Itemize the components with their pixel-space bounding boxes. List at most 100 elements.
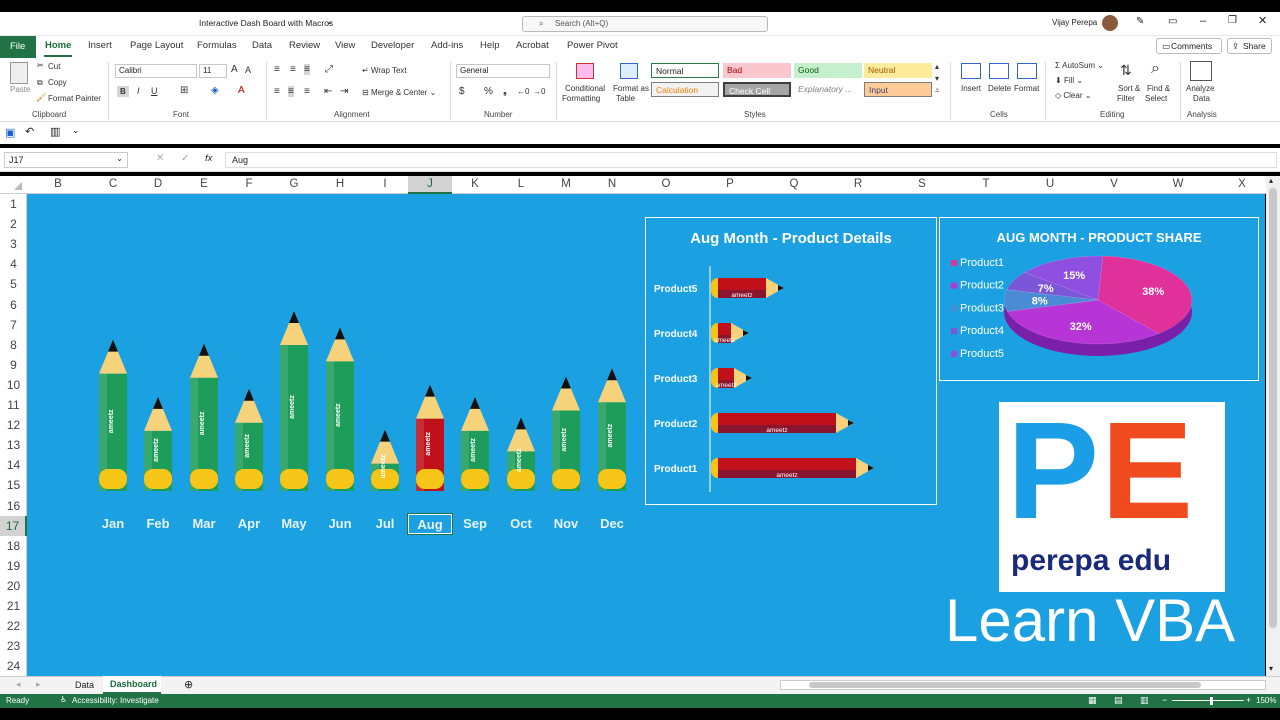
borders-icon[interactable]: ⊞ bbox=[180, 85, 188, 96]
row-header-14[interactable]: 14 bbox=[0, 458, 27, 472]
sort-filter-button[interactable]: Filter bbox=[1117, 94, 1135, 103]
merge-center-button[interactable]: ⊟ Merge & Center ⌄ bbox=[362, 88, 436, 97]
ribbon-display-icon[interactable]: ▭ bbox=[1168, 16, 1177, 27]
style-neutral[interactable]: Neutral bbox=[864, 63, 932, 78]
insert-cells-button[interactable]: Insert bbox=[961, 84, 981, 93]
month-label-oct[interactable]: Oct bbox=[499, 516, 543, 531]
row-header-4[interactable]: 4 bbox=[0, 257, 27, 271]
tab-help[interactable]: Help bbox=[480, 40, 500, 51]
column-header-w[interactable]: W bbox=[1163, 178, 1193, 190]
row-header-21[interactable]: 21 bbox=[0, 599, 27, 613]
close-icon[interactable]: ✕ bbox=[1258, 14, 1267, 27]
tab-review[interactable]: Review bbox=[289, 40, 320, 51]
column-header-r[interactable]: R bbox=[843, 178, 873, 190]
align-middle-icon[interactable]: ≡ bbox=[290, 64, 296, 75]
number-format-select[interactable]: General bbox=[456, 64, 550, 78]
save-icon[interactable]: ▣ bbox=[5, 126, 15, 139]
horizontal-scrollbar[interactable] bbox=[780, 680, 1266, 690]
tab-acrobat[interactable]: Acrobat bbox=[516, 40, 549, 51]
style-input[interactable]: Input bbox=[864, 82, 932, 97]
column-header-t[interactable]: T bbox=[971, 178, 1001, 190]
copy-button[interactable]: Copy bbox=[48, 78, 67, 87]
product-share-pie[interactable]: Product1 Product2 Product3 Product4 Product5… bbox=[940, 218, 1258, 380]
zoom-slider[interactable] bbox=[1172, 700, 1244, 701]
zoom-slider-thumb[interactable] bbox=[1210, 697, 1213, 705]
zoom-level[interactable]: 150% bbox=[1256, 696, 1276, 705]
name-box[interactable]: J17 ⌄ bbox=[4, 152, 128, 168]
page-break-view-icon[interactable]: ▥ bbox=[1140, 695, 1149, 706]
prev-sheet-icon[interactable]: ◂ bbox=[16, 679, 21, 690]
styles-scroll-up-icon[interactable]: ▴ bbox=[935, 62, 939, 71]
month-label-may[interactable]: May bbox=[272, 516, 316, 531]
column-header-j[interactable]: J bbox=[408, 176, 452, 194]
align-left-icon[interactable]: ≡ bbox=[274, 86, 280, 97]
format-painter-button[interactable]: Format Painter bbox=[48, 94, 101, 103]
month-label-jul[interactable]: Jul bbox=[363, 516, 407, 531]
zoom-out-icon[interactable]: − bbox=[1162, 695, 1167, 705]
tab-developer[interactable]: Developer bbox=[371, 40, 414, 51]
paste-button[interactable]: Paste bbox=[10, 85, 30, 94]
font-size-select[interactable]: 11 bbox=[199, 64, 227, 78]
row-header-6[interactable]: 6 bbox=[0, 298, 27, 312]
chart-icon[interactable]: ▥ bbox=[50, 125, 60, 138]
column-header-n[interactable]: N bbox=[597, 178, 627, 190]
month-label-nov[interactable]: Nov bbox=[544, 516, 588, 531]
styles-scroll-down-icon[interactable]: ▾ bbox=[935, 74, 939, 83]
column-header-b[interactable]: B bbox=[43, 178, 73, 190]
increase-decimal-icon[interactable]: ←0 bbox=[517, 87, 529, 96]
tab-power-pivot[interactable]: Power Pivot bbox=[567, 40, 618, 51]
tab-data[interactable]: Data bbox=[252, 40, 272, 51]
row-header-3[interactable]: 3 bbox=[0, 237, 27, 251]
currency-icon[interactable]: $ bbox=[459, 86, 465, 97]
month-label-jan[interactable]: Jan bbox=[91, 516, 135, 531]
comments-button[interactable]: ▭ Comments bbox=[1156, 38, 1222, 54]
normal-view-icon[interactable]: ▦ bbox=[1088, 695, 1097, 706]
row-header-15[interactable]: 15 bbox=[0, 478, 27, 492]
tab-home[interactable]: Home bbox=[45, 40, 71, 51]
column-header-k[interactable]: K bbox=[460, 178, 490, 190]
column-header-o[interactable]: O bbox=[651, 178, 681, 190]
column-header-p[interactable]: P bbox=[715, 178, 745, 190]
month-label-apr[interactable]: Apr bbox=[227, 516, 271, 531]
column-header-g[interactable]: G bbox=[279, 178, 309, 190]
row-header-10[interactable]: 10 bbox=[0, 378, 27, 392]
paste-icon[interactable] bbox=[10, 62, 28, 84]
row-header-22[interactable]: 22 bbox=[0, 619, 27, 633]
autosum-button[interactable]: Σ AutoSum ⌄ bbox=[1055, 61, 1104, 70]
undo-icon[interactable]: ↶ bbox=[25, 125, 34, 138]
row-header-17[interactable]: 17 bbox=[0, 515, 27, 536]
decrease-decimal-icon[interactable]: →0 bbox=[533, 87, 545, 96]
search-box[interactable]: ⌕ Search (Alt+Q) bbox=[522, 16, 768, 32]
increase-indent-icon[interactable]: ⇥ bbox=[340, 86, 348, 97]
column-header-f[interactable]: F bbox=[234, 178, 264, 190]
row-header-23[interactable]: 23 bbox=[0, 639, 27, 653]
row-header-5[interactable]: 5 bbox=[0, 277, 27, 291]
style-normal[interactable]: Normal bbox=[651, 63, 719, 78]
delete-cells-button[interactable]: Delete bbox=[988, 84, 1011, 93]
row-header-2[interactable]: 2 bbox=[0, 217, 27, 231]
pen-icon[interactable]: ✎ bbox=[1136, 16, 1144, 27]
fill-button[interactable]: ⬇ Fill ⌄ bbox=[1055, 76, 1083, 85]
align-bottom-icon[interactable]: ≡ bbox=[304, 64, 310, 75]
chevron-down-icon[interactable]: ⌄ bbox=[116, 154, 123, 163]
column-header-h[interactable]: H bbox=[325, 178, 355, 190]
clear-button[interactable]: ◇ Clear ⌄ bbox=[1055, 91, 1091, 100]
column-header-q[interactable]: Q bbox=[779, 178, 809, 190]
column-header-v[interactable]: V bbox=[1099, 178, 1129, 190]
analyze-label[interactable]: Analyze bbox=[1186, 84, 1214, 93]
page-layout-view-icon[interactable]: ▤ bbox=[1114, 695, 1123, 706]
column-header-c[interactable]: C bbox=[98, 178, 128, 190]
row-header-9[interactable]: 9 bbox=[0, 358, 27, 372]
add-sheet-icon[interactable]: ⊕ bbox=[184, 678, 193, 691]
avatar[interactable] bbox=[1102, 15, 1118, 31]
month-label-dec[interactable]: Dec bbox=[590, 516, 634, 531]
month-label-aug[interactable]: Aug bbox=[407, 513, 453, 535]
tab-view[interactable]: View bbox=[335, 40, 355, 51]
month-label-jun[interactable]: Jun bbox=[318, 516, 362, 531]
tab-add-ins[interactable]: Add-ins bbox=[431, 40, 463, 51]
minimize-icon[interactable]: – bbox=[1200, 15, 1206, 27]
underline-button[interactable]: U bbox=[151, 86, 158, 96]
row-header-7[interactable]: 7 bbox=[0, 318, 27, 332]
enter-icon[interactable]: ✓ bbox=[181, 153, 189, 164]
column-header-u[interactable]: U bbox=[1035, 178, 1065, 190]
